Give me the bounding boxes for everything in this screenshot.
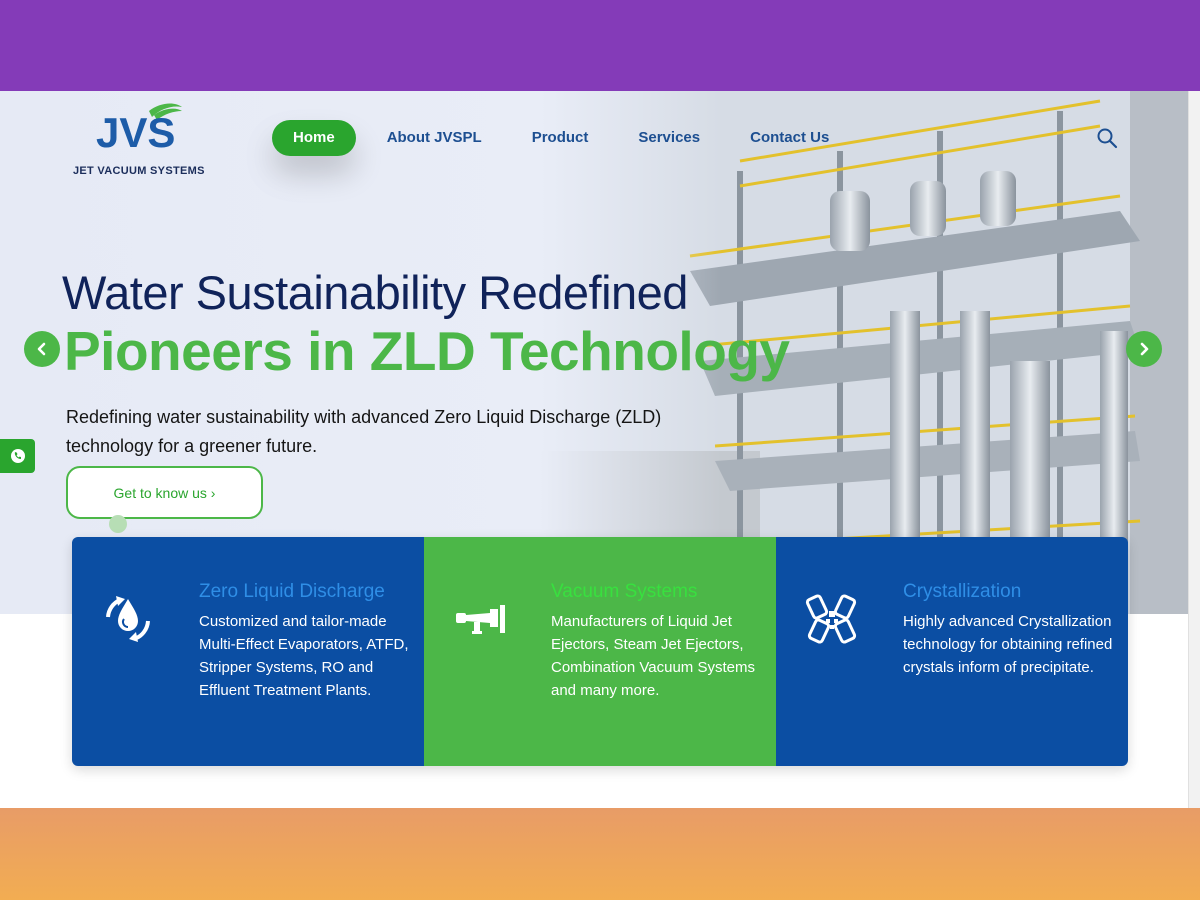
slider-prev-button[interactable] [24, 331, 60, 367]
slider-next-button[interactable] [1126, 331, 1162, 367]
svg-text:JVS: JVS [96, 109, 175, 151]
hero-description: Redefining water sustainability with adv… [66, 407, 662, 456]
ejector-icon [456, 605, 505, 634]
contact-side-tab[interactable] [0, 439, 35, 473]
main-nav: Home About JVSPL Product Services Contac… [272, 120, 854, 156]
hero-section: JVS JET VACUUM SYSTEMS Home About JVSPL … [0, 91, 1188, 614]
page-scrollbar[interactable] [1188, 91, 1200, 808]
service-title: Crystallization [903, 581, 1022, 602]
hero-title: Water Sustainability Redefined [62, 266, 688, 319]
nav-services[interactable]: Services [613, 120, 725, 156]
hero-subtitle: Pioneers in ZLD Technology [64, 320, 790, 382]
nav-about[interactable]: About JVSPL [362, 120, 507, 156]
logo-subtitle: JET VACUUM SYSTEMS [73, 165, 205, 177]
brand-logo[interactable]: JVS JET VACUUM SYSTEMS [70, 103, 210, 177]
website-page: JVS JET VACUUM SYSTEMS Home About JVSPL … [0, 91, 1200, 808]
crystal-icon [805, 594, 857, 644]
bottom-backdrop-band [0, 808, 1200, 900]
slider-dot[interactable] [109, 515, 127, 533]
search-icon[interactable] [1096, 127, 1118, 149]
nav-contact[interactable]: Contact Us [725, 120, 854, 156]
services-cards: Zero Liquid Discharge Customized and tai… [72, 537, 1128, 766]
nav-product[interactable]: Product [507, 120, 614, 156]
get-to-know-us-button[interactable]: Get to know us › [66, 466, 263, 519]
service-title: Vacuum Systems [551, 581, 698, 602]
nav-home[interactable]: Home [272, 120, 356, 156]
service-title: Zero Liquid Discharge [199, 581, 385, 602]
top-backdrop-band [0, 0, 1200, 91]
service-text: Manufacturers of Liquid Jet Ejectors, St… [551, 613, 755, 699]
service-text: Customized and tailor-made Multi-Effect … [199, 613, 409, 699]
service-text: Highly advanced Crystallization technolo… [903, 613, 1113, 676]
phone-icon [10, 449, 25, 463]
service-card-vacuum[interactable]: Vacuum Systems Manufacturers of Liquid J… [424, 537, 776, 766]
jvs-logo-mark: JVS [96, 103, 182, 151]
chevron-left-icon [37, 342, 46, 356]
service-card-crystallization[interactable]: Crystallization Highly advanced Crystall… [776, 537, 1128, 766]
service-card-zld[interactable]: Zero Liquid Discharge Customized and tai… [72, 537, 424, 766]
water-cycle-icon [106, 596, 150, 642]
chevron-right-icon [1140, 342, 1149, 356]
